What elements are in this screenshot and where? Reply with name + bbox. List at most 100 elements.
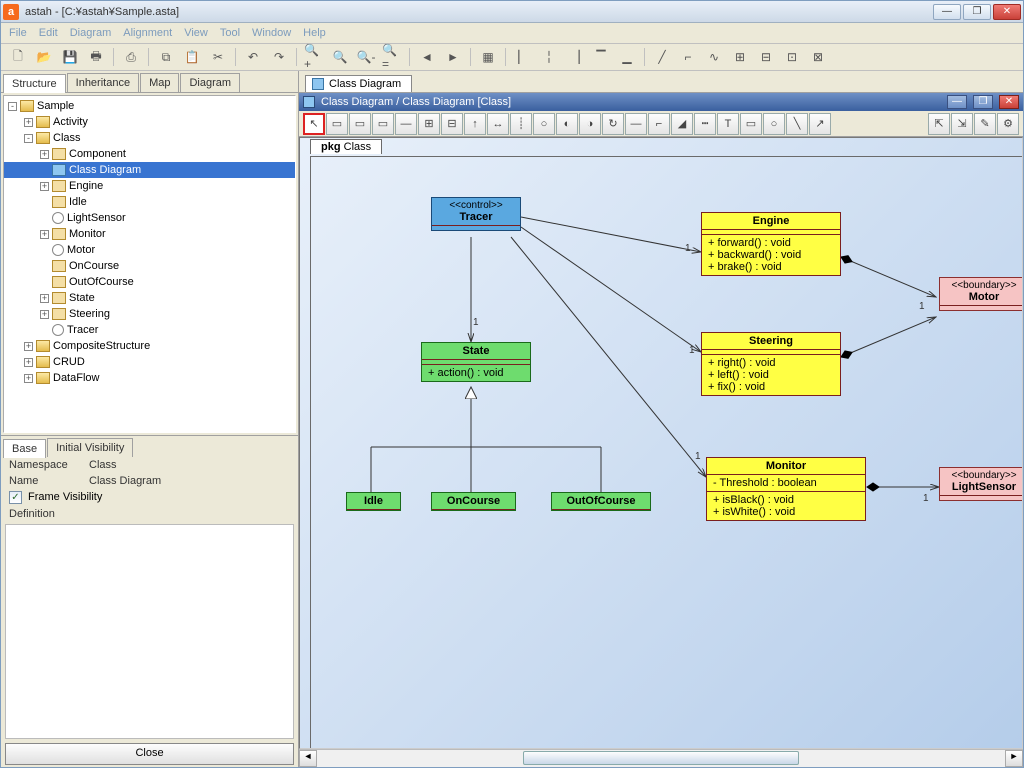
tab-inheritance[interactable]: Inheritance bbox=[67, 73, 139, 92]
tree-item[interactable]: +State bbox=[4, 290, 295, 306]
class-oncourse[interactable]: OnCourse bbox=[431, 492, 516, 511]
menu-view[interactable]: View bbox=[184, 27, 208, 39]
class-lightsensor[interactable]: <<boundary>>LightSensor bbox=[939, 467, 1022, 501]
tool-icon[interactable]: — bbox=[625, 113, 647, 135]
export-icon[interactable]: ⎙ bbox=[120, 46, 142, 68]
new-icon[interactable]: 🗋 bbox=[7, 46, 29, 68]
open-icon[interactable]: 📂 bbox=[33, 46, 55, 68]
line1-icon[interactable]: ╱ bbox=[651, 46, 673, 68]
tool-icon[interactable]: ◐ bbox=[556, 113, 578, 135]
zoom-fit-icon[interactable]: 🔍 bbox=[329, 46, 351, 68]
tree-item[interactable]: Idle bbox=[4, 194, 295, 210]
tool-icon[interactable]: ⌐ bbox=[648, 113, 670, 135]
tab-diagram[interactable]: Diagram bbox=[180, 73, 240, 92]
tool-icon[interactable]: ↗ bbox=[809, 113, 831, 135]
tab-map[interactable]: Map bbox=[140, 73, 179, 92]
tree-item[interactable]: +Activity bbox=[4, 114, 295, 130]
menu-diagram[interactable]: Diagram bbox=[70, 27, 112, 39]
tree-item[interactable]: +DataFlow bbox=[4, 370, 295, 386]
line5-icon[interactable]: ⊟ bbox=[755, 46, 777, 68]
forward-icon[interactable]: ► bbox=[442, 46, 464, 68]
grid-icon[interactable]: ▦ bbox=[477, 46, 499, 68]
scroll-right-button[interactable]: ► bbox=[1005, 750, 1023, 767]
zoom-out-icon[interactable]: 🔍- bbox=[355, 46, 377, 68]
maximize-button[interactable]: ❐ bbox=[963, 4, 991, 20]
back-icon[interactable]: ◄ bbox=[416, 46, 438, 68]
menu-help[interactable]: Help bbox=[303, 27, 326, 39]
definition-textarea[interactable] bbox=[5, 524, 294, 740]
line2-icon[interactable]: ⌐ bbox=[677, 46, 699, 68]
rect-tool-icon[interactable]: ▭ bbox=[740, 113, 762, 135]
class-monitor[interactable]: Monitor - Threshold : boolean + isBlack(… bbox=[706, 457, 866, 521]
tool-icon[interactable]: ⚙ bbox=[997, 113, 1019, 135]
undo-icon[interactable]: ↶ bbox=[242, 46, 264, 68]
class-engine[interactable]: Engine + forward() : void+ backward() : … bbox=[701, 212, 841, 276]
class-tracer[interactable]: <<control>>Tracer bbox=[431, 197, 521, 231]
dep-tool-icon[interactable]: ○ bbox=[533, 113, 555, 135]
horizontal-scrollbar[interactable]: ◄ ► bbox=[299, 749, 1023, 767]
menu-tool[interactable]: Tool bbox=[220, 27, 240, 39]
menu-window[interactable]: Window bbox=[252, 27, 291, 39]
tab-base[interactable]: Base bbox=[3, 439, 46, 458]
align-center-icon[interactable]: ╎ bbox=[538, 46, 560, 68]
print-icon[interactable]: 🖶 bbox=[85, 46, 107, 68]
class-steering[interactable]: Steering + right() : void+ left() : void… bbox=[701, 332, 841, 396]
line-tool-icon[interactable]: ╲ bbox=[786, 113, 808, 135]
tool-icon[interactable]: ◑ bbox=[579, 113, 601, 135]
package-tool-icon[interactable]: ▭ bbox=[349, 113, 371, 135]
tree-item[interactable]: OutOfCourse bbox=[4, 274, 295, 290]
tree-item[interactable]: +CompositeStructure bbox=[4, 338, 295, 354]
tree-view[interactable]: -Sample+Activity-Class+ComponentClass Di… bbox=[3, 95, 296, 433]
tree-item[interactable]: LightSensor bbox=[4, 210, 295, 226]
class-motor[interactable]: <<boundary>>Motor bbox=[939, 277, 1022, 311]
aggr-tool-icon[interactable]: ⊟ bbox=[441, 113, 463, 135]
line3-icon[interactable]: ∿ bbox=[703, 46, 725, 68]
doc-restore-button[interactable]: ❐ bbox=[973, 95, 993, 109]
close-button[interactable]: ✕ bbox=[993, 4, 1021, 20]
gen-tool-icon[interactable]: ↔ bbox=[487, 113, 509, 135]
select-tool-icon[interactable]: ↖ bbox=[303, 113, 325, 135]
class-outofcourse[interactable]: OutOfCourse bbox=[551, 492, 651, 511]
tool-icon[interactable]: ✎ bbox=[974, 113, 996, 135]
cut-icon[interactable]: ✂ bbox=[207, 46, 229, 68]
tool-icon[interactable]: ⇲ bbox=[951, 113, 973, 135]
tree-item[interactable]: +CRUD bbox=[4, 354, 295, 370]
scroll-thumb[interactable] bbox=[523, 751, 798, 765]
menu-alignment[interactable]: Alignment bbox=[123, 27, 172, 39]
redo-icon[interactable]: ↷ bbox=[268, 46, 290, 68]
class-state[interactable]: State + action() : void bbox=[421, 342, 531, 382]
real-tool-icon[interactable]: ┊ bbox=[510, 113, 532, 135]
doc-close-button[interactable]: ✕ bbox=[999, 95, 1019, 109]
paste-icon[interactable]: 📋 bbox=[181, 46, 203, 68]
close-panel-button[interactable]: Close bbox=[5, 743, 294, 765]
class-idle[interactable]: Idle bbox=[346, 492, 401, 511]
frame-visibility-checkbox[interactable]: ✓ bbox=[9, 491, 22, 504]
line7-icon[interactable]: ⊠ bbox=[807, 46, 829, 68]
line4-icon[interactable]: ⊞ bbox=[729, 46, 751, 68]
zoom-in-icon[interactable]: 🔍+ bbox=[303, 46, 325, 68]
interface-tool-icon[interactable]: ▭ bbox=[372, 113, 394, 135]
minimize-button[interactable]: — bbox=[933, 4, 961, 20]
package-frame[interactable]: pkg Class bbox=[310, 156, 1022, 748]
oval-tool-icon[interactable]: ○ bbox=[763, 113, 785, 135]
tab-structure[interactable]: Structure bbox=[3, 74, 66, 93]
align-left-icon[interactable]: ▏ bbox=[512, 46, 534, 68]
tree-item[interactable]: Tracer bbox=[4, 322, 295, 338]
class-tool-icon[interactable]: ▭ bbox=[326, 113, 348, 135]
tree-item[interactable]: Class Diagram bbox=[4, 162, 295, 178]
tool-icon[interactable]: ⇱ bbox=[928, 113, 950, 135]
menu-edit[interactable]: Edit bbox=[39, 27, 58, 39]
name-value[interactable]: Class Diagram bbox=[89, 475, 290, 487]
scroll-left-button[interactable]: ◄ bbox=[299, 750, 317, 767]
tree-item[interactable]: +Steering bbox=[4, 306, 295, 322]
align-top-icon[interactable]: ▔ bbox=[590, 46, 612, 68]
tool-icon[interactable]: ↻ bbox=[602, 113, 624, 135]
nav-assoc-tool-icon[interactable]: ⊞ bbox=[418, 113, 440, 135]
tool-icon[interactable]: ┅ bbox=[694, 113, 716, 135]
tree-root[interactable]: -Sample bbox=[4, 98, 295, 114]
assoc-tool-icon[interactable]: — bbox=[395, 113, 417, 135]
tree-item[interactable]: +Engine bbox=[4, 178, 295, 194]
doc-minimize-button[interactable]: — bbox=[947, 95, 967, 109]
comp-tool-icon[interactable]: ↑ bbox=[464, 113, 486, 135]
tree-item[interactable]: OnCourse bbox=[4, 258, 295, 274]
